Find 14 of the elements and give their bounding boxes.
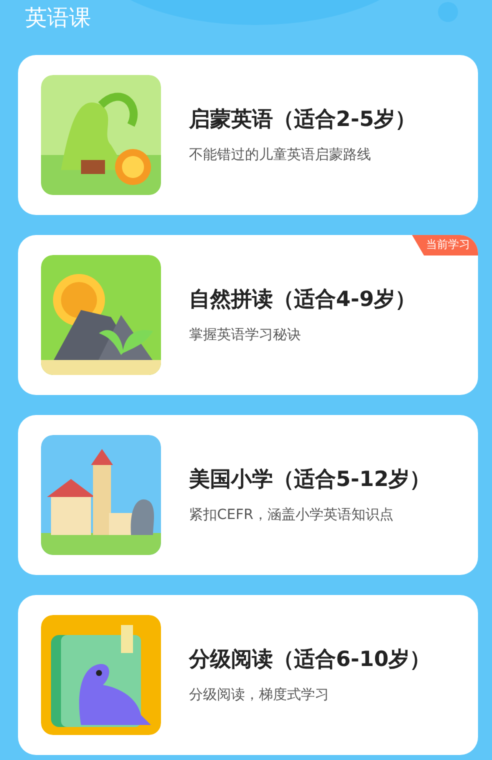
course-subtitle: 掌握英语学习秘诀 <box>189 326 302 346</box>
course-subtitle: 不能错过的儿童英语启蒙路线 <box>189 146 372 166</box>
course-subtitle: 分级阅读，梯度式学习 <box>189 686 330 706</box>
course-card[interactable]: 自然拼读（适合4-9岁） 掌握英语学习秘诀 当前学习 <box>18 235 478 395</box>
course-title: 自然拼读（适合4-9岁） <box>189 286 416 313</box>
course-title: 分级阅读（适合6-10岁） <box>189 646 431 673</box>
course-subtitle: 紧扣CEFR，涵盖小学英语知识点 <box>189 506 394 526</box>
course-card[interactable]: 启蒙英语（适合2-5岁） 不能错过的儿童英语启蒙路线 <box>18 55 478 215</box>
course-title: 美国小学（适合5-12岁） <box>189 466 431 493</box>
current-badge: 当前学习 <box>412 235 478 256</box>
page-title: 英语课 <box>25 6 91 31</box>
course-title: 启蒙英语（适合2-5岁） <box>189 106 416 133</box>
course-card[interactable]: 美国小学（适合5-12岁） 紧扣CEFR，涵盖小学英语知识点 <box>18 415 478 575</box>
course-card[interactable]: 分级阅读（适合6-10岁） 分级阅读，梯度式学习 <box>18 595 478 755</box>
